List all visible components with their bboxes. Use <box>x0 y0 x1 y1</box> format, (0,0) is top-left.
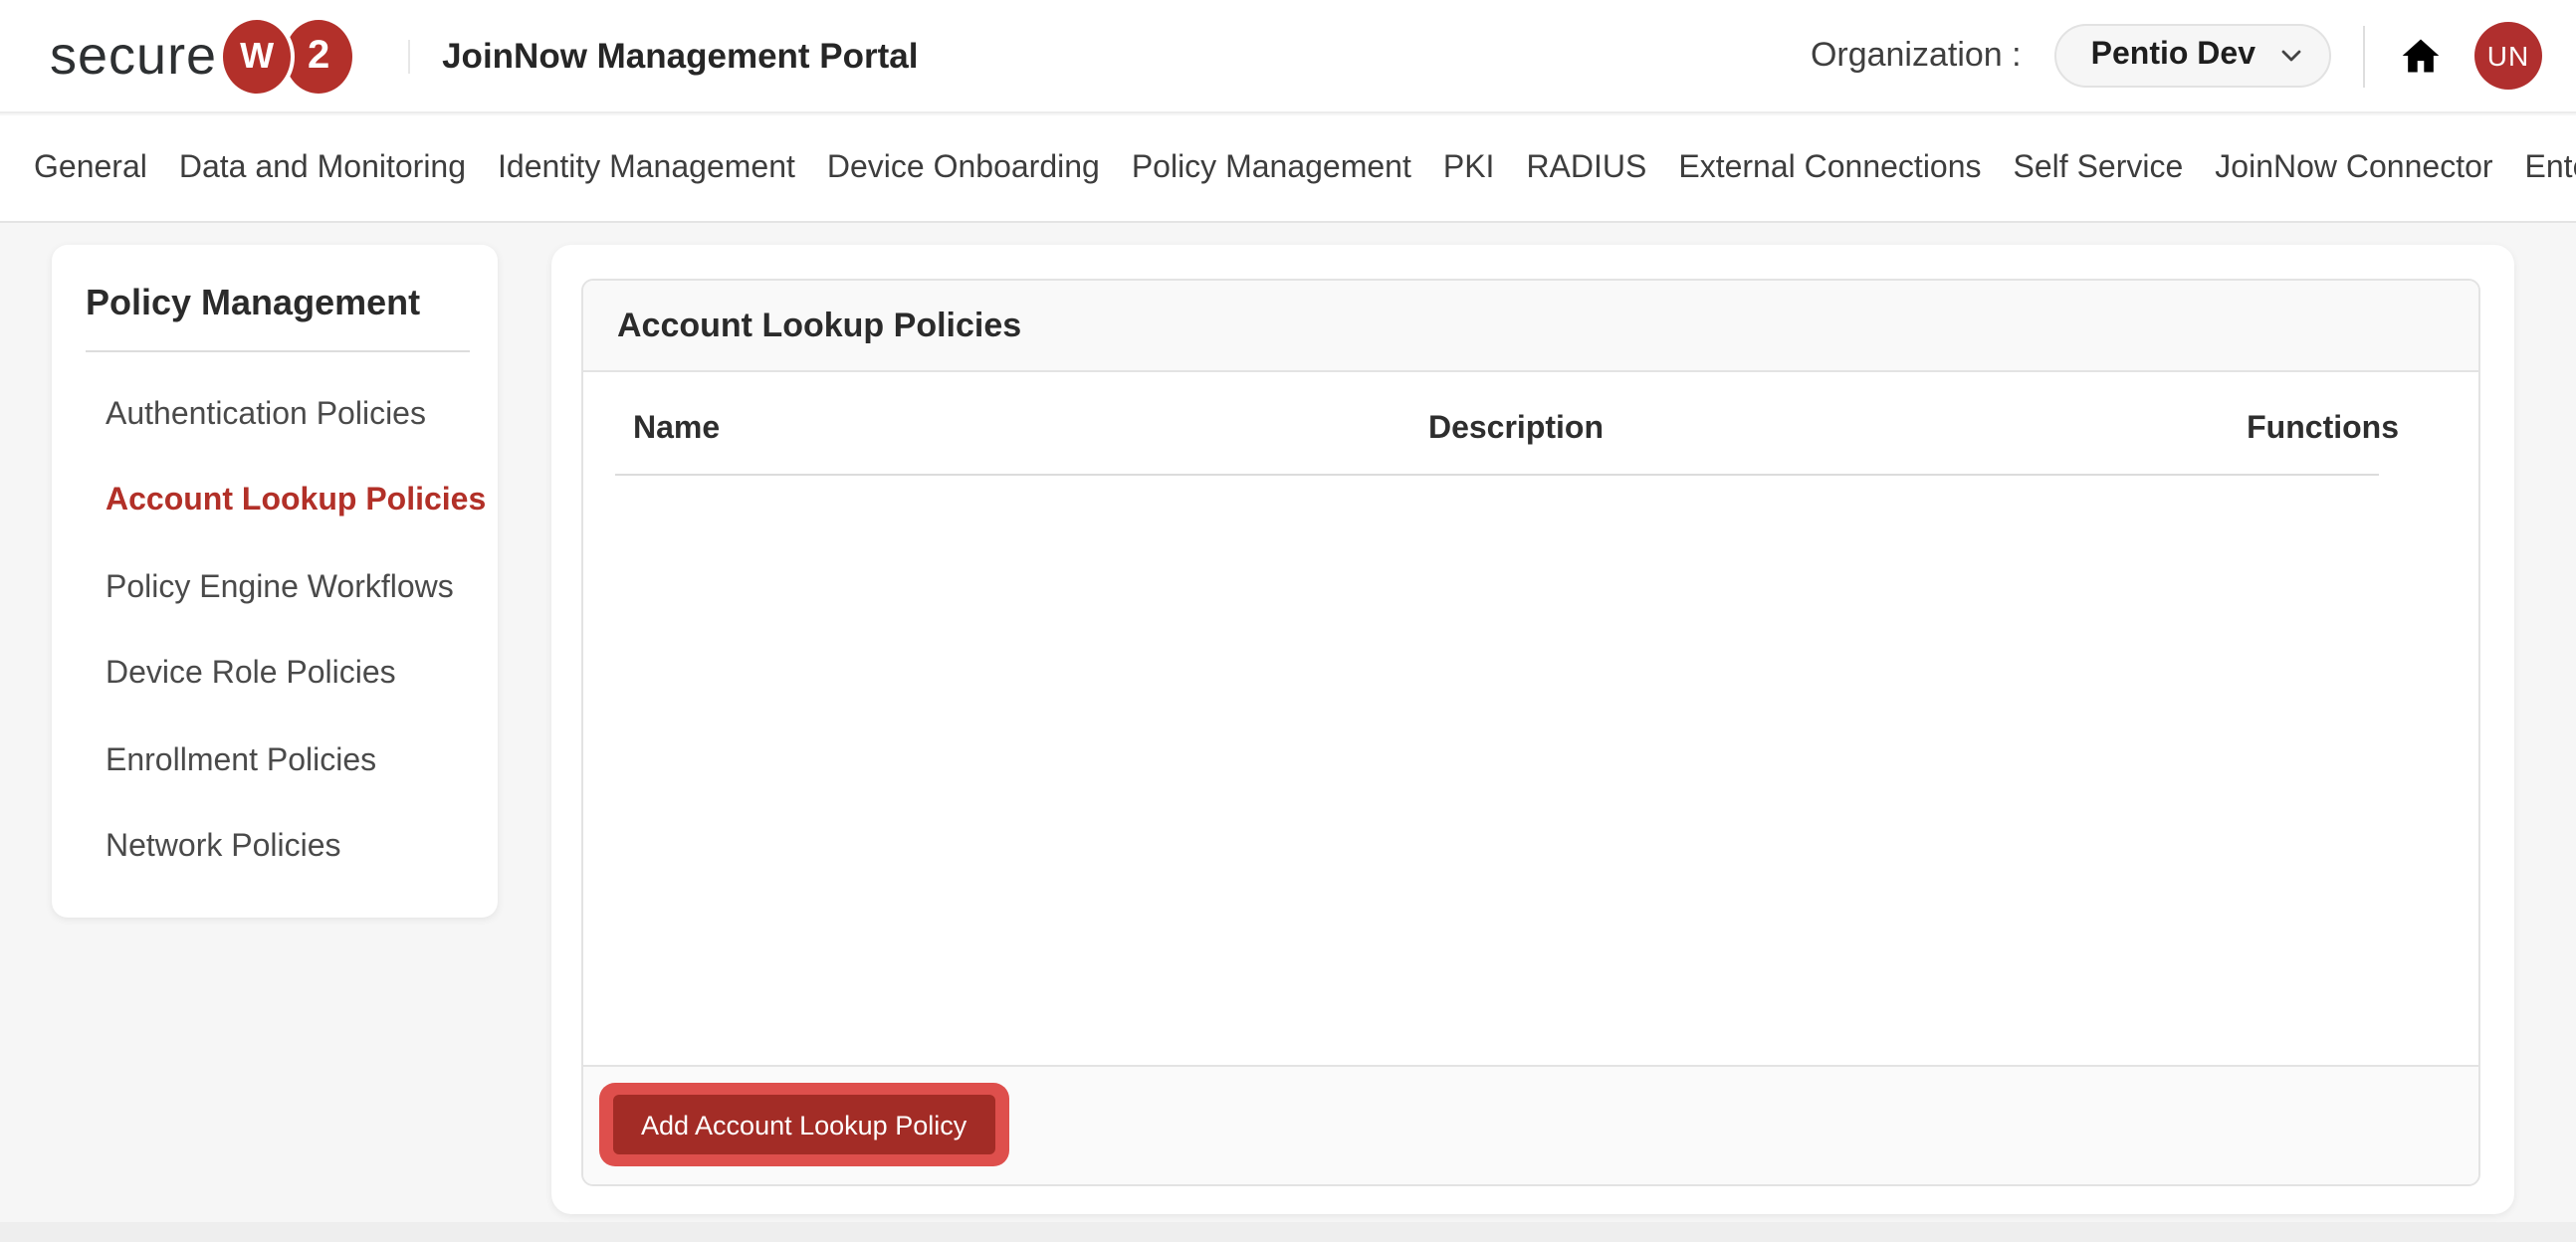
nav-item-joinnow-connector[interactable]: JoinNow Connector <box>2215 150 2492 186</box>
add-account-lookup-policy-button[interactable]: Add Account Lookup Policy <box>613 1095 995 1154</box>
card-body: Name Description Functions <box>583 372 2478 1065</box>
nav-item-pki[interactable]: PKI <box>1443 150 1495 186</box>
sidebar-item-policy-engine-workflows[interactable]: Policy Engine Workflows <box>52 545 498 632</box>
sidebar-item-account-lookup-policies[interactable]: Account Lookup Policies <box>52 459 498 545</box>
add-policy-button-focus-ring: Add Account Lookup Policy <box>599 1083 1009 1166</box>
sidebar-item-network-policies[interactable]: Network Policies <box>52 805 498 892</box>
sidebar-list: Authentication Policies Account Lookup P… <box>52 372 498 892</box>
organization-select[interactable]: Pentio Dev <box>2054 24 2331 88</box>
sidebar-item-authentication-policies[interactable]: Authentication Policies <box>52 372 498 459</box>
organization-selected-value: Pentio Dev <box>2090 38 2255 72</box>
portal-title: JoinNow Management Portal <box>442 35 919 75</box>
column-header-name: Name <box>633 412 721 446</box>
table-header-row: Name Description Functions <box>583 372 2478 474</box>
home-icon[interactable] <box>2397 32 2445 80</box>
nav-item-identity-management[interactable]: Identity Management <box>498 150 795 186</box>
nav-item-device-onboarding[interactable]: Device Onboarding <box>827 150 1100 186</box>
card-footer: Add Account Lookup Policy <box>583 1065 2478 1184</box>
securew2-logo: secure W 2 <box>50 15 353 97</box>
card-title: Account Lookup Policies <box>617 306 1022 343</box>
main-panel: Account Lookup Policies Name Description… <box>551 245 2514 1214</box>
page: secure W 2 JoinNow Management Portal Org… <box>0 0 2576 1242</box>
sidebar-rule <box>86 350 470 352</box>
card-header: Account Lookup Policies <box>583 281 2478 372</box>
sidebar: Policy Management Authentication Policie… <box>52 245 498 918</box>
logo-mark: W 2 <box>219 15 353 97</box>
table-empty-body <box>583 476 2478 1065</box>
sidebar-title: Policy Management <box>86 283 421 322</box>
nav-item-self-service[interactable]: Self Service <box>2014 150 2184 186</box>
account-lookup-policies-card: Account Lookup Policies Name Description… <box>581 279 2480 1186</box>
primary-nav: General Data and Monitoring Identity Man… <box>0 115 2576 223</box>
logo-w-circle: W <box>219 15 296 97</box>
sidebar-item-enrollment-policies[interactable]: Enrollment Policies <box>52 719 498 805</box>
nav-item-external-connections[interactable]: External Connections <box>1678 150 1981 186</box>
header-divider <box>408 39 411 73</box>
organization-label: Organization : <box>1810 36 2022 74</box>
avatar[interactable]: UN <box>2474 22 2542 90</box>
column-header-description: Description <box>1427 412 1604 446</box>
nav-item-policy-management[interactable]: Policy Management <box>1132 150 1411 186</box>
column-header-functions: Functions <box>2247 412 2399 446</box>
logo-secure-text: secure <box>50 25 218 85</box>
nav-item-radius[interactable]: RADIUS <box>1526 150 1646 186</box>
sidebar-item-device-role-policies[interactable]: Device Role Policies <box>52 632 498 719</box>
top-header: secure W 2 JoinNow Management Portal Org… <box>0 0 2576 113</box>
bottom-strip <box>0 1221 2576 1242</box>
header-right: Organization : Pentio Dev UN <box>1811 22 2542 90</box>
chevron-down-icon <box>2281 50 2301 62</box>
nav-item-enterprise-client[interactable]: Enterprise Client <box>2525 150 2576 186</box>
nav-item-data-and-monitoring[interactable]: Data and Monitoring <box>179 150 466 186</box>
header-vertical-divider <box>2363 25 2365 87</box>
logo-2-circle: 2 <box>285 19 353 93</box>
nav-item-general[interactable]: General <box>34 150 147 186</box>
